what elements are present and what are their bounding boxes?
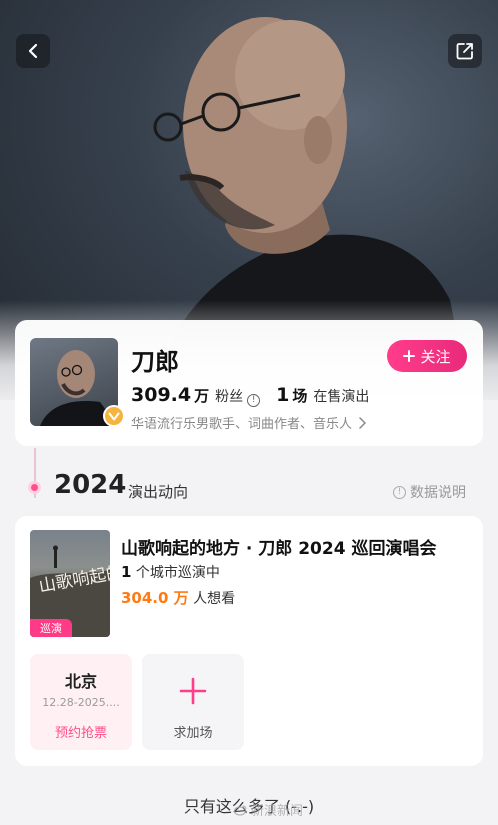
city-status: 预约抢票 bbox=[54, 726, 107, 741]
plus-icon bbox=[179, 677, 207, 705]
tour-cities-text: 个城市巡演中 bbox=[135, 565, 220, 581]
request-extra-show-button[interactable]: 求加场 bbox=[142, 654, 244, 750]
fans-label: 粉丝 bbox=[215, 389, 244, 405]
artist-stats: 309.4 万 粉丝 ! 1 场 在售演出 bbox=[131, 384, 370, 407]
share-button[interactable] bbox=[448, 34, 482, 68]
tour-tag: 巡演 bbox=[30, 619, 72, 637]
chevron-left-icon bbox=[28, 43, 38, 59]
artist-name: 刀郎 bbox=[131, 348, 179, 376]
artist-tags: 华语流行乐男歌手、词曲作者、音乐人 bbox=[131, 417, 353, 432]
info-icon: ! bbox=[393, 485, 406, 499]
city-date: 12.28-2025.... bbox=[42, 696, 120, 709]
data-note-label: 数据说明 bbox=[410, 485, 466, 501]
request-extra-show-label: 求加场 bbox=[173, 726, 213, 741]
weibo-logo-icon bbox=[234, 804, 247, 816]
tour-card[interactable]: 山歌响起的地方 巡演 山歌响起的地方 · 刀郎 2024 巡回演唱会 1 个城市… bbox=[15, 516, 483, 766]
watermark: 新浪新闻 bbox=[234, 800, 303, 819]
back-button[interactable] bbox=[16, 34, 50, 68]
artist-tags-link[interactable]: 华语流行乐男歌手、词曲作者、音乐人 bbox=[131, 413, 367, 432]
tour-want-count: 304.0 万 bbox=[121, 589, 189, 607]
watermark-text: 新浪新闻 bbox=[251, 804, 304, 819]
tour-title: 山歌响起的地方 · 刀郎 2024 巡回演唱会 bbox=[121, 539, 437, 559]
timeline-subtitle: 演出动向 bbox=[128, 483, 189, 501]
artist-info-card: 刀郎 关注 309.4 万 粉丝 ! 1 场 在售演出 华语流行乐男歌手、词曲作… bbox=[15, 320, 483, 446]
timeline-year: 2024 bbox=[54, 470, 127, 500]
tour-cities: 1 个城市巡演中 bbox=[121, 562, 220, 582]
tour-want: 304.0 万 人想看 bbox=[121, 587, 235, 608]
heart-icon bbox=[108, 412, 120, 421]
timeline-dot bbox=[28, 481, 41, 494]
tour-cities-count: 1 bbox=[121, 563, 132, 581]
city-ticket-card[interactable]: 北京 12.28-2025.... 预约抢票 bbox=[30, 654, 132, 750]
follow-label: 关注 bbox=[420, 347, 451, 366]
follow-button[interactable]: 关注 bbox=[387, 340, 467, 372]
shows-count: 1 bbox=[276, 384, 290, 406]
shows-label: 在售演出 bbox=[313, 389, 370, 405]
shows-unit: 场 bbox=[292, 387, 308, 405]
chevron-right-icon bbox=[359, 416, 367, 429]
tour-want-text: 人想看 bbox=[193, 591, 236, 607]
data-note-link[interactable]: ! 数据说明 bbox=[393, 482, 466, 502]
fans-unit: 万 bbox=[194, 387, 210, 405]
plus-icon bbox=[403, 350, 416, 362]
verified-badge bbox=[103, 405, 125, 427]
city-name: 北京 bbox=[64, 672, 97, 691]
share-icon bbox=[456, 43, 473, 60]
tour-poster[interactable]: 山歌响起的地方 巡演 bbox=[30, 530, 110, 637]
fans-count: 309.4 bbox=[131, 384, 192, 406]
info-icon[interactable]: ! bbox=[247, 393, 261, 407]
